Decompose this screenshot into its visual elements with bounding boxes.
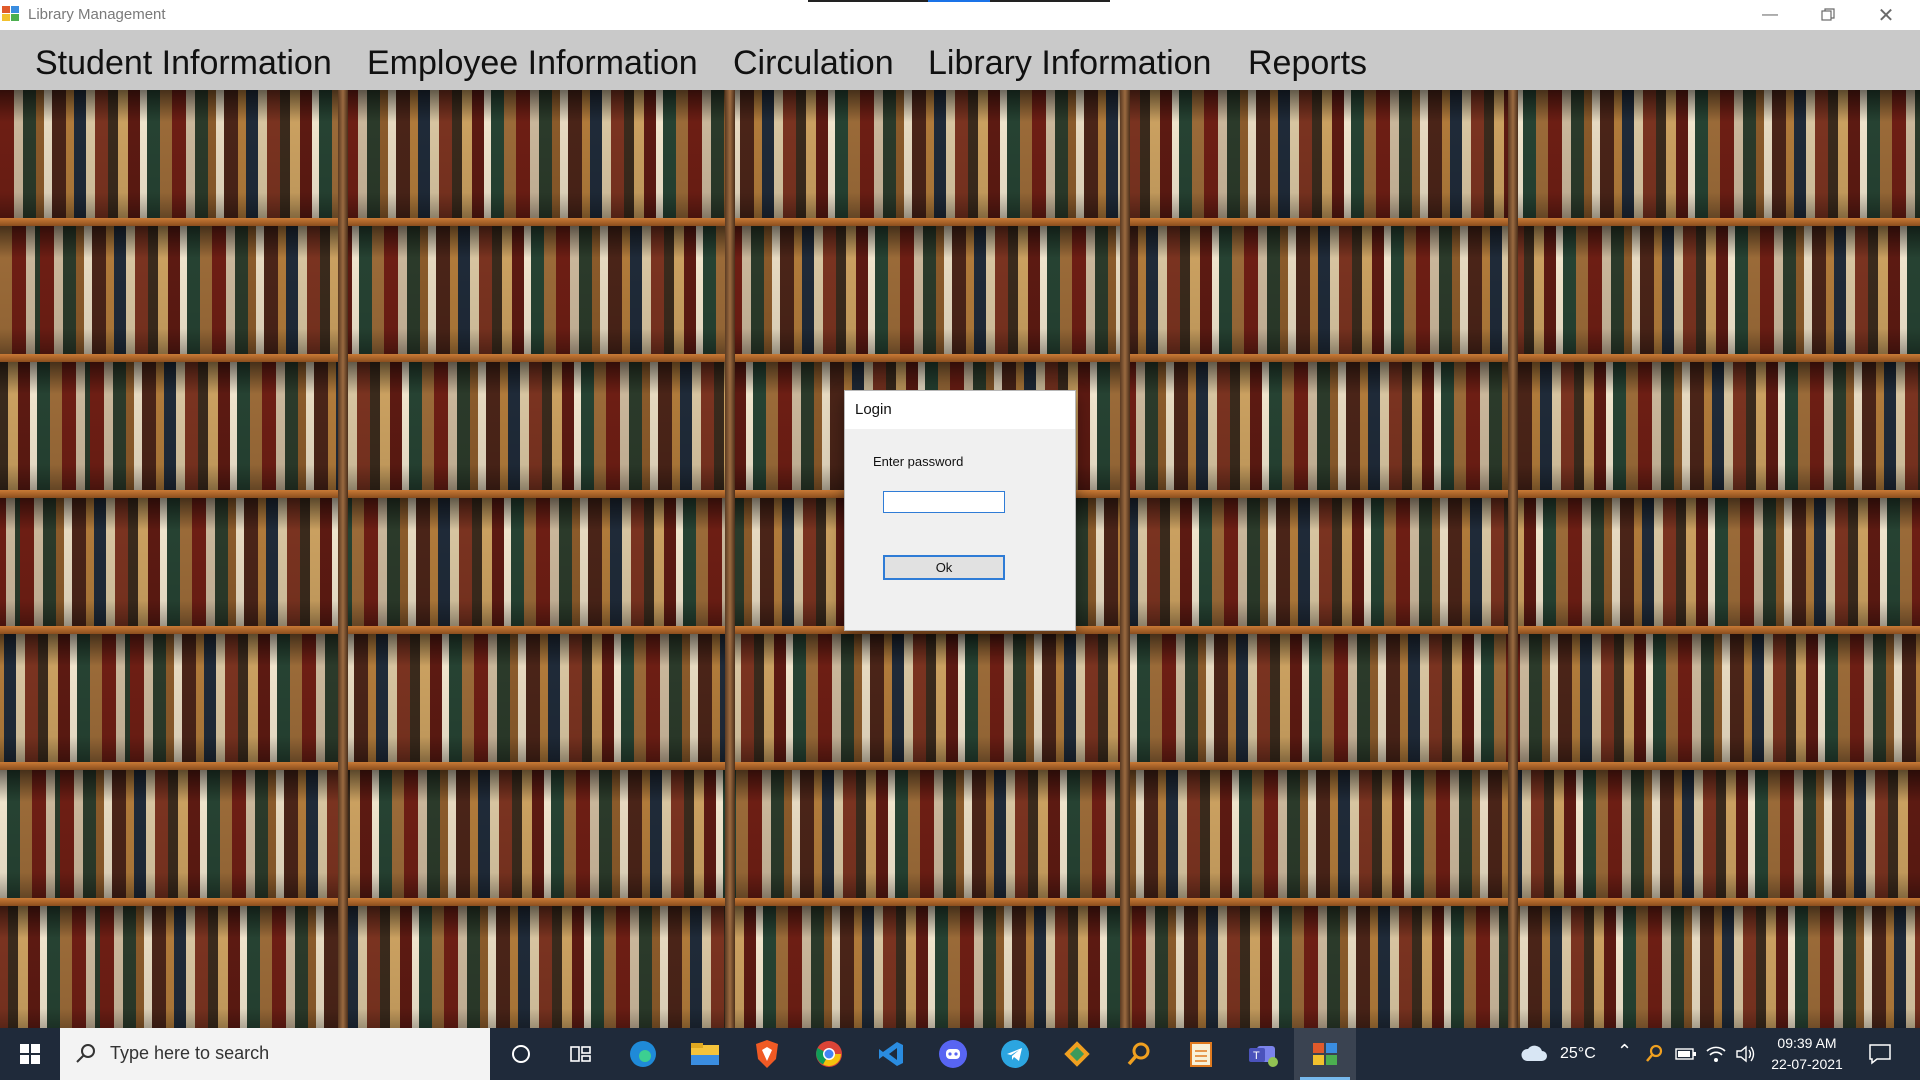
search-placeholder: Type here to search [110,1043,270,1063]
taskbar-search[interactable]: Type here to search [60,1028,490,1080]
git-icon[interactable] [1046,1028,1108,1080]
notepad-icon[interactable] [1170,1028,1232,1080]
edge-icon[interactable] [612,1028,674,1080]
teams-icon[interactable]: T [1232,1028,1294,1080]
shelf-plank [0,762,1920,770]
menu-library-information[interactable]: Library Information [928,44,1211,83]
taskbar: Type here to search T 25°C ⌃ 09:39 AM 22… [0,1028,1920,1080]
windows-icon [20,1044,40,1064]
clock-time[interactable]: 09:39 AM [1764,1035,1850,1051]
weather-cloud-icon[interactable] [1520,1043,1548,1065]
menu-student-information[interactable]: Student Information [35,44,332,83]
brave-icon[interactable] [736,1028,798,1080]
shelf-plank [0,218,1920,226]
volume-icon[interactable] [1735,1044,1757,1064]
wifi-icon[interactable] [1705,1044,1727,1064]
shelf-upright [338,90,348,1028]
cortana-icon[interactable] [490,1028,552,1080]
shelf-plank [0,898,1920,906]
password-label: Enter password [873,454,964,469]
dialog-title: Login [855,401,892,418]
menu-circulation[interactable]: Circulation [733,44,894,83]
dialog-titlebar: Login [845,391,1075,429]
shelf-row [0,770,1920,898]
telegram-icon[interactable] [984,1028,1046,1080]
search-app-icon[interactable] [1108,1028,1170,1080]
restore-icon[interactable] [1800,0,1856,30]
file-explorer-icon[interactable] [674,1028,736,1080]
shelf-upright [1120,90,1130,1028]
library-app-icon[interactable] [1294,1028,1356,1080]
clock-date[interactable]: 22-07-2021 [1764,1056,1850,1072]
window-titlebar: Library Management — ✕ [0,0,1920,30]
weather-temperature[interactable]: 25°C [1560,1045,1596,1063]
start-button[interactable] [0,1028,60,1080]
minimize-icon[interactable]: — [1742,0,1798,30]
menu-employee-information[interactable]: Employee Information [367,44,698,83]
chevron-up-icon[interactable]: ⌃ [1617,1041,1632,1062]
shelf-upright [725,90,735,1028]
password-input[interactable] [883,491,1005,513]
notification-icon[interactable] [1868,1043,1892,1065]
shelf-row [0,226,1920,354]
search-tray-icon[interactable] [1645,1044,1663,1064]
svg-text:T: T [1253,1050,1260,1062]
search-icon [76,1044,95,1063]
menu-reports[interactable]: Reports [1248,44,1367,83]
vscode-icon[interactable] [860,1028,922,1080]
menu-bar: Student Information Employee Information… [0,30,1920,90]
window-title: Library Management [28,6,166,23]
ok-button[interactable]: Ok [883,555,1005,580]
discord-icon[interactable] [922,1028,984,1080]
app-icon [2,6,19,21]
shelf-plank [0,354,1920,362]
shelf-row [0,906,1920,1028]
shelf-row [0,634,1920,762]
close-icon[interactable]: ✕ [1858,0,1914,30]
task-view-icon[interactable] [550,1028,612,1080]
shelf-upright [1508,90,1518,1028]
battery-icon[interactable] [1675,1047,1697,1061]
chrome-icon[interactable] [798,1028,860,1080]
login-dialog: Login Enter password Ok [845,391,1075,630]
top-accent-line [808,0,1110,2]
shelf-row [0,90,1920,218]
